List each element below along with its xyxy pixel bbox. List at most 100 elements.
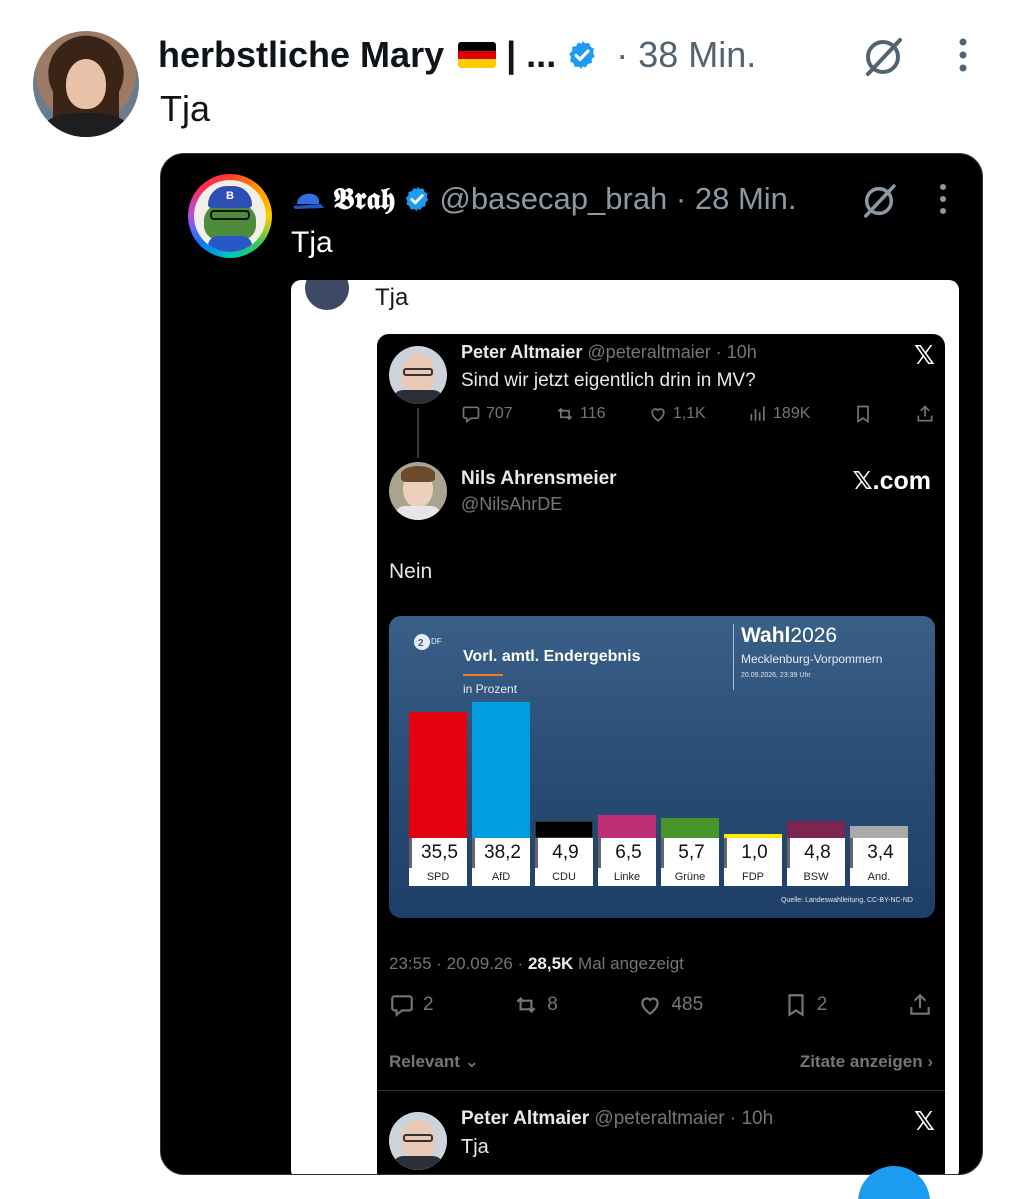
like-action: 1,1K — [648, 404, 706, 424]
reply-action: 2 — [389, 992, 434, 1018]
cropped-avatar — [305, 280, 349, 310]
bar-bsw: 4,8 BSW — [787, 820, 845, 886]
post1-handle-time: @peteraltmaier · 10h — [587, 342, 757, 362]
avatar-inner — [389, 1112, 447, 1170]
name-ellipsis: | ... — [506, 34, 557, 75]
bar-and: 3,4 And. — [850, 825, 908, 886]
post2-handle: @NilsAhrDE — [461, 494, 563, 514]
post1-actions: 707 116 1,1K 189K — [461, 404, 935, 424]
share-icon — [910, 993, 930, 1015]
bar-fill — [661, 817, 719, 838]
chart-unit: in Prozent — [463, 682, 518, 696]
reply-action: 707 — [461, 404, 513, 424]
avatar-inner: B — [194, 180, 266, 252]
post3-author-name: Peter Altmaier — [461, 1108, 590, 1129]
tweet-text: Tja — [160, 88, 211, 129]
verified-badge-icon — [569, 41, 595, 69]
election-year: 2026 — [790, 624, 838, 647]
like-count: 1,1K — [672, 405, 706, 422]
bar-category-label: Grüne — [661, 868, 719, 886]
bar-value-label: 4,8 — [787, 838, 845, 868]
grok-icon[interactable] — [858, 32, 908, 82]
bar-cdu: 4,9 CDU — [535, 820, 593, 886]
share-icon — [917, 405, 933, 422]
chart-title: Vorl. amtl. Endergebnis — [463, 648, 641, 665]
post1-text: Sind wir jetzt eigentlich drin in MV? — [461, 370, 756, 391]
bar-category-label: AfD — [472, 868, 530, 886]
repost-count: 116 — [580, 405, 606, 422]
repost-icon — [516, 996, 536, 1014]
like-action: 485 — [637, 992, 703, 1018]
bar-fill — [535, 820, 593, 838]
quoted-handle-time[interactable]: @basecap_brah · 28 Min. — [439, 181, 796, 217]
repost-action: 8 — [513, 992, 558, 1018]
like-count: 485 — [671, 994, 704, 1015]
bar-category-label: BSW — [787, 868, 845, 886]
post2-view-count: 28,5K — [527, 954, 574, 973]
post1-header: Peter Altmaier @peteraltmaier · 10h — [461, 342, 757, 363]
bar-category-label: SPD — [409, 868, 467, 886]
heart-icon — [651, 408, 665, 422]
post3-handle-time: @peteraltmaier · 10h — [594, 1108, 774, 1129]
avatar-face — [66, 59, 106, 109]
quoted-author-name[interactable]: 𝕭𝖗𝖆𝖍 — [333, 182, 395, 217]
post2-meta: 23:55 · 20.09.26 · 28,5K Mal angezeigt — [389, 954, 684, 974]
post2-text: Nein — [389, 560, 433, 583]
avatar-body — [43, 113, 129, 137]
more-options-icon[interactable] — [948, 36, 978, 76]
avatar-glasses — [403, 368, 433, 376]
attached-screenshot-image[interactable]: Tja Peter Altmaier @peteraltmaier · 10h … — [291, 280, 959, 1174]
altmaier-avatar — [389, 1112, 447, 1170]
chart-election-label: Wahl2026 — [741, 624, 837, 648]
avatar-suit — [393, 1156, 443, 1170]
chart-region: Mecklenburg-Vorpommern — [741, 652, 883, 666]
post3-text: Tja — [461, 1136, 489, 1158]
quoted-author-avatar[interactable]: B — [188, 174, 272, 258]
bookmark-icon — [856, 405, 869, 424]
more-options-icon[interactable] — [931, 181, 955, 217]
reply-icon — [462, 406, 480, 424]
svg-text:DF: DF — [431, 637, 442, 646]
avatar-glasses — [403, 1134, 433, 1142]
view-quotes-link: Zitate anzeigen › — [799, 1052, 933, 1071]
reply-count: 707 — [486, 405, 513, 422]
grok-icon[interactable] — [857, 179, 901, 223]
views-count: 189K — [773, 405, 811, 422]
zdf-logo-icon: 2 DF — [414, 634, 442, 650]
repost-action: 116 — [555, 404, 606, 424]
author-avatar[interactable] — [33, 31, 139, 137]
altmaier-avatar — [389, 346, 447, 404]
chart-date: 20.09.2026, 23:39 Uhr — [741, 672, 811, 679]
bar-fill — [409, 711, 467, 838]
views-action: 189K — [748, 404, 810, 424]
title-underline — [463, 674, 503, 676]
thread-connector-line — [417, 408, 419, 458]
views-icon — [750, 406, 765, 421]
avatar-glasses — [210, 210, 250, 220]
chart-source: Quelle: Landeswahlleitung, CC-BY-NC-ND — [780, 897, 913, 904]
quoted-tweet-card[interactable]: B 𝕭𝖗𝖆𝖍 @basecap_brah · 28 Min. Tja Tja P… — [160, 153, 983, 1175]
bookmark-count: 2 — [816, 994, 828, 1015]
verified-badge-icon — [406, 186, 429, 212]
bar-value-label: 5,7 — [661, 838, 719, 868]
ahrensmeier-avatar — [389, 462, 447, 520]
bookmark-icon — [788, 994, 804, 1017]
election-result-chart: 2 DF Vorl. amtl. Endergebnis in Prozent … — [389, 616, 935, 918]
x-logo-icon: 𝕏 — [914, 1106, 935, 1136]
author-name[interactable]: herbstliche Mary — [158, 34, 444, 76]
tweet-header: herbstliche Mary | ... · 38 Min. — [158, 30, 756, 80]
avatar-cap: B — [208, 186, 252, 208]
bar-value-label: 38,2 — [472, 838, 530, 868]
bar-category-label: FDP — [724, 868, 782, 886]
bar-fill — [472, 702, 530, 838]
bar-category-label: And. — [850, 868, 908, 886]
bar-value-label: 6,5 — [598, 838, 656, 868]
bar-fill — [787, 820, 845, 838]
bar-value-label: 4,9 — [535, 838, 593, 868]
reply-count: 2 — [423, 994, 434, 1015]
reply-icon — [391, 995, 413, 1018]
avatar-suit — [393, 390, 443, 404]
post2-timestamp: 23:55 · 20.09.26 · — [389, 954, 528, 973]
sort-relevant-label: Relevant ⌄ — [389, 1052, 479, 1071]
tweet-time[interactable]: · 38 Min. — [616, 34, 756, 76]
